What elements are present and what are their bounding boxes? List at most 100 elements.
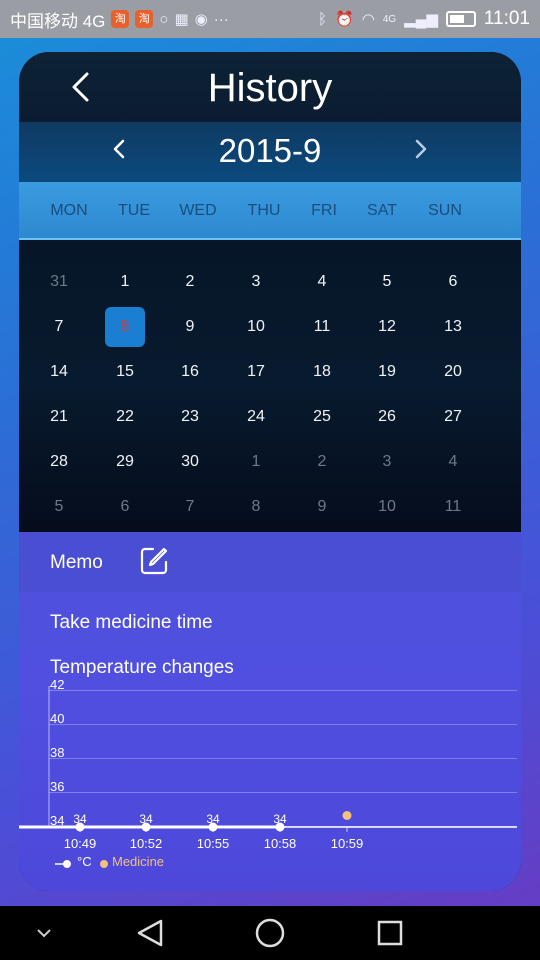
- camera-notification-icon: ◉: [194, 11, 208, 28]
- battery-icon: [445, 11, 476, 27]
- calendar-day[interactable]: 1: [236, 442, 276, 482]
- calendar-day[interactable]: 6: [105, 487, 145, 527]
- weekday-label: MON: [50, 202, 88, 219]
- calendar-grid: 31 1 2 3 4 5 6 7 8 9 10 11 12 13 14 15 16 17 18 19 20 21 22 23 2…: [19, 240, 521, 532]
- calendar-day[interactable]: 7: [39, 307, 79, 347]
- recents-nav-button[interactable]: [376, 917, 404, 954]
- memo-row[interactable]: Memo: [19, 532, 521, 592]
- legend-medicine-marker: [100, 860, 108, 868]
- data-label: 34: [273, 812, 287, 826]
- weekday-label: WED: [179, 202, 217, 219]
- calendar-day[interactable]: 18: [302, 352, 342, 392]
- calendar-day[interactable]: 4: [302, 262, 342, 302]
- chevron-down-icon: [37, 929, 51, 938]
- calendar-day[interactable]: 6: [433, 262, 473, 302]
- x-tick-label: 10:55: [197, 836, 230, 851]
- taobao-notification-icon: 淘: [135, 10, 154, 28]
- calendar-day[interactable]: 27: [433, 397, 473, 437]
- next-month-button[interactable]: [413, 136, 429, 168]
- calendar-day[interactable]: 7: [170, 487, 210, 527]
- weekday-label: TUE: [118, 202, 150, 219]
- page-title: History: [207, 66, 333, 110]
- calendar-day[interactable]: 9: [302, 487, 342, 527]
- data-label: 34: [73, 812, 87, 826]
- calendar-day[interactable]: 16: [170, 352, 210, 392]
- calendar-day[interactable]: 26: [367, 397, 407, 437]
- x-tick-label: 10:49: [64, 836, 97, 851]
- calendar-day-selected[interactable]: 8: [105, 307, 145, 347]
- network-type-label: 4G: [382, 13, 397, 25]
- data-label: 34: [206, 812, 220, 826]
- calendar-day[interactable]: 9: [170, 307, 210, 347]
- keyboard-notification-icon: ▦: [174, 11, 189, 28]
- calendar-day[interactable]: 12: [367, 307, 407, 347]
- legend-medicine-label: Medicine: [112, 854, 164, 869]
- legend-temperature-marker: [63, 860, 71, 868]
- memo-edit-button[interactable]: [139, 546, 169, 576]
- data-label: 34: [139, 812, 153, 826]
- hide-nav-button[interactable]: [34, 924, 54, 947]
- calendar-day[interactable]: 28: [39, 442, 79, 482]
- weekday-header: MON TUE WED THU FRI SAT SUN: [19, 182, 521, 240]
- calendar-day[interactable]: 15: [105, 352, 145, 392]
- calendar-day[interactable]: 3: [367, 442, 407, 482]
- calendar-day[interactable]: 22: [105, 397, 145, 437]
- medicine-label: Take medicine time: [50, 612, 213, 633]
- header: History: [19, 52, 521, 122]
- calendar-day[interactable]: 4: [433, 442, 473, 482]
- calendar-day[interactable]: 31: [39, 262, 79, 302]
- calendar-day[interactable]: 1: [105, 262, 145, 302]
- legend-temperature-label: °C: [77, 854, 92, 869]
- month-navigator: 2015-9: [19, 122, 521, 182]
- calendar-day[interactable]: 23: [170, 397, 210, 437]
- history-card: History 2015-9 MON TUE WED THU FRI SAT S…: [19, 52, 521, 891]
- calendar-day[interactable]: 14: [39, 352, 79, 392]
- calendar-day[interactable]: 8: [236, 487, 276, 527]
- calendar-day[interactable]: 17: [236, 352, 276, 392]
- circle-notification-icon: ○: [159, 10, 169, 28]
- calendar-day[interactable]: 29: [105, 442, 145, 482]
- medicine-point: [342, 811, 352, 820]
- weekday-label: SUN: [428, 202, 462, 219]
- bluetooth-icon: ᛒ: [318, 10, 328, 28]
- calendar-day[interactable]: 19: [367, 352, 407, 392]
- calendar-day[interactable]: 30: [170, 442, 210, 482]
- x-tick-label: 10:58: [264, 836, 297, 851]
- calendar-day[interactable]: 21: [39, 397, 79, 437]
- calendar-day[interactable]: 13: [433, 307, 473, 347]
- calendar-day[interactable]: 5: [39, 487, 79, 527]
- y-tick-label: 38: [50, 745, 64, 760]
- navigation-bar: [0, 906, 540, 960]
- calendar-day[interactable]: 3: [236, 262, 276, 302]
- recents-square-icon: [377, 920, 403, 946]
- more-notifications-icon: ···: [213, 10, 229, 28]
- calendar-day[interactable]: 2: [170, 262, 210, 302]
- back-nav-button[interactable]: [135, 917, 165, 954]
- y-tick-label: 36: [50, 779, 64, 794]
- carrier-label: 中国移动 4G: [10, 11, 106, 31]
- temperature-section: Temperature changes 34 36 38 40 42 34 34 34 34 10…: [19, 652, 521, 891]
- x-tick-label: 10:52: [130, 836, 163, 851]
- edit-icon: [140, 547, 168, 575]
- calendar-day[interactable]: 11: [433, 487, 473, 527]
- y-tick-label: 42: [50, 677, 64, 692]
- back-triangle-icon: [137, 919, 163, 947]
- clock-time: 11:01: [483, 8, 530, 29]
- calendar-day[interactable]: 5: [367, 262, 407, 302]
- chevron-right-icon: [415, 139, 427, 159]
- calendar-day[interactable]: 11: [302, 307, 342, 347]
- medicine-row[interactable]: Take medicine time: [19, 592, 521, 652]
- calendar-day[interactable]: 10: [367, 487, 407, 527]
- month-label: 2015-9: [218, 132, 322, 169]
- signal-icon: ▂▄▆: [404, 11, 438, 28]
- calendar-day[interactable]: 25: [302, 397, 342, 437]
- x-tick-label: 10:59: [331, 836, 364, 851]
- temperature-chart: 343638404234 34 34 3410:49 10:52 10:55 10:58 10…: [19, 677, 517, 869]
- calendar-day[interactable]: 2: [302, 442, 342, 482]
- calendar-day[interactable]: 10: [236, 307, 276, 347]
- calendar-day[interactable]: 20: [433, 352, 473, 392]
- calendar-day[interactable]: 24: [236, 397, 276, 437]
- alarm-icon: ⏰: [335, 11, 354, 28]
- home-nav-button[interactable]: [254, 917, 286, 954]
- wifi-icon: ◠: [361, 11, 375, 28]
